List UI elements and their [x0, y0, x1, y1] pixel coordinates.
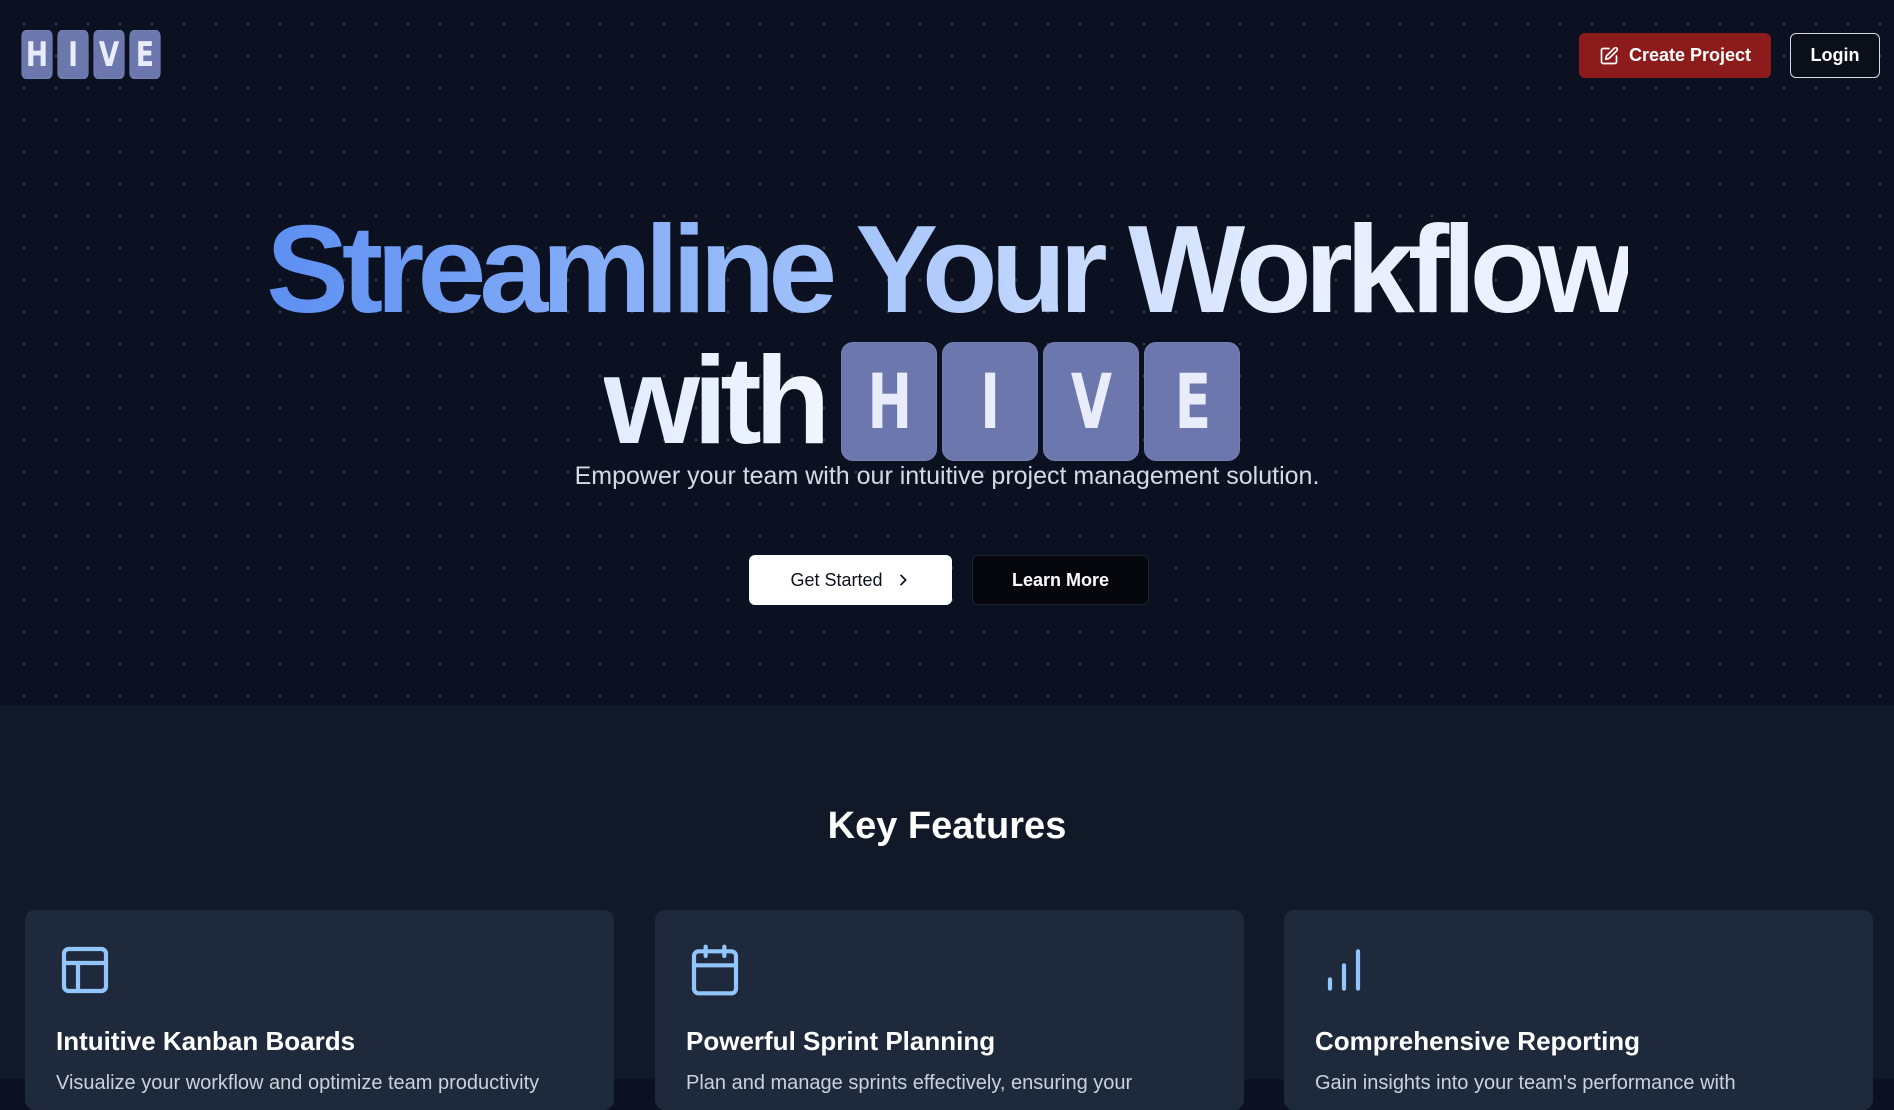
wordmark-letter: I [980, 356, 1001, 446]
create-project-label: Create Project [1628, 45, 1752, 65]
wordmark-tile: H [841, 341, 938, 461]
kanban-layout-icon [61, 946, 109, 994]
wordmark-tile: I [942, 341, 1039, 461]
headline-with: with [603, 332, 831, 470]
feature-title: Intuitive Kanban Boards [56, 1026, 356, 1056]
learn-more-label: Learn More [1011, 569, 1110, 590]
hero-subtitle: Empower your team with our intuitive pro… [574, 462, 1320, 490]
logo-letter: E [135, 34, 155, 75]
logo-letter: H [25, 34, 49, 75]
logo-tile: H [21, 30, 53, 79]
learn-more-button[interactable]: Learn More [972, 555, 1149, 605]
feature-description: Visualize your workflow and optimize tea… [56, 1072, 540, 1094]
headline-line1: Streamline Your Workflow [266, 201, 1635, 339]
wordmark-tile: E [1144, 341, 1241, 461]
logo-tile: E [129, 30, 161, 79]
create-project-button[interactable]: Create Project [1579, 33, 1771, 78]
feature-card-reporting: Comprehensive Reporting Gain insights in… [1284, 910, 1873, 1110]
feature-title: Powerful Sprint Planning [686, 1026, 996, 1056]
login-button[interactable]: Login [1790, 33, 1880, 78]
wordmark-tile: V [1043, 341, 1140, 461]
feature-description: Plan and manage sprints effectively, ens… [686, 1072, 1133, 1094]
logo-tile: I [57, 30, 89, 79]
hive-logo[interactable]: H I V E [20, 30, 162, 79]
edit-icon [1600, 46, 1619, 64]
feature-title: Comprehensive Reporting [1315, 1026, 1641, 1056]
features-title: Key Features [827, 805, 1067, 847]
wordmark-letter: E [1174, 356, 1211, 446]
logo-letter: I [68, 34, 78, 75]
wordmark-letter: V [1070, 356, 1113, 446]
logo-tile: V [93, 30, 125, 79]
hive-wordmark: H I V E [841, 341, 1241, 461]
feature-card-sprint: Powerful Sprint Planning Plan and manage… [655, 910, 1244, 1110]
feature-card-kanban: Intuitive Kanban Boards Visualize your w… [25, 910, 614, 1110]
login-label: Login [1810, 45, 1860, 65]
feature-description: Gain insights into your team's performan… [1315, 1072, 1736, 1094]
wordmark-letter: H [867, 356, 912, 446]
get-started-label: Get Started [790, 569, 883, 590]
headline-line2: with H I V E [0, 330, 1894, 472]
hero-section: H I V E Create Project Login Streamline … [0, 0, 1894, 705]
bar-chart-icon [1327, 949, 1361, 991]
calendar-icon [691, 944, 739, 996]
get-started-button[interactable]: Get Started [749, 555, 952, 605]
chevron-right-icon [899, 574, 907, 586]
logo-letter: V [98, 34, 120, 75]
features-section: Key Features Intuitive Kanban Boards Vis… [0, 705, 1894, 1110]
hero-headline: Streamline Your Workflow [0, 208, 1894, 332]
